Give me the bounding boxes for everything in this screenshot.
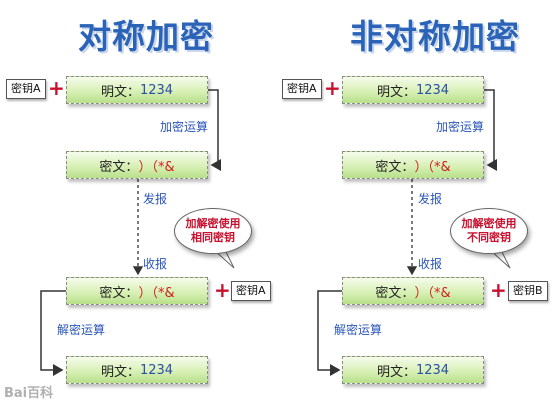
right-ciphertext-bottom-value: ）（*& xyxy=(414,285,451,301)
right-encrypt-label: 加密运算 xyxy=(436,120,485,134)
left-speech-bubble: 加解密使用 相同密钥 xyxy=(174,208,252,254)
right-bubble-line1: 加解密使用 xyxy=(461,217,517,230)
right-encrypt-arrow xyxy=(484,89,497,171)
right-ciphertext-top-label: 密文： xyxy=(375,159,415,175)
right-ciphertext-top: 密文： ）（*& xyxy=(342,151,484,179)
right-decrypt-label: 解密运算 xyxy=(334,323,383,337)
right-speech-bubble: 加解密使用 不同密钥 xyxy=(450,208,528,254)
left-plus-bottom: + xyxy=(214,278,231,302)
right-plus-bottom: + xyxy=(490,278,507,302)
left-title: 对称加密 xyxy=(78,17,214,56)
left-ciphertext-bottom-label: 密文： xyxy=(99,285,139,301)
left-plaintext-top: 明文： 1234 xyxy=(66,76,208,104)
baidu-watermark: Bai百科 xyxy=(4,386,54,401)
right-bubble-line2: 不同密钥 xyxy=(467,231,511,244)
left-plaintext-bottom-label: 明文： xyxy=(100,364,140,380)
right-ciphertext-bottom: 密文： ）（*& xyxy=(342,277,484,305)
right-key-bottom: 密钥B xyxy=(508,281,548,301)
right-receive-label: 收报 xyxy=(418,257,443,271)
left-ciphertext-top-value: ）（*& xyxy=(138,159,175,175)
left-bubble-line2: 相同密钥 xyxy=(191,231,235,244)
left-ciphertext-top-label: 密文： xyxy=(99,159,139,175)
right-ciphertext-bottom-label: 密文： xyxy=(375,285,415,301)
right-plaintext-bottom-label: 明文： xyxy=(376,364,416,380)
left-ciphertext-bottom-value: ）（*& xyxy=(138,285,175,301)
right-title: 非对称加密 xyxy=(350,17,520,56)
left-plaintext-top-label: 明文： xyxy=(100,84,140,100)
left-send-label: 发报 xyxy=(143,192,168,206)
right-plaintext-top-value: 1234 xyxy=(415,82,450,98)
right-key-top: 密钥A xyxy=(282,79,322,99)
left-ciphertext-top: 密文： ）（*& xyxy=(66,151,208,179)
left-receive-label: 收报 xyxy=(143,257,168,271)
left-plus-top: + xyxy=(48,76,65,100)
left-encrypt-arrow xyxy=(208,89,221,171)
right-plaintext-bottom-value: 1234 xyxy=(415,362,450,378)
left-decrypt-label: 解密运算 xyxy=(57,323,106,337)
right-plaintext-bottom: 明文： 1234 xyxy=(342,356,484,384)
right-plaintext-top: 明文： 1234 xyxy=(342,76,484,104)
left-encrypt-label: 加密运算 xyxy=(160,120,209,134)
left-ciphertext-bottom: 密文： ）（*& xyxy=(66,277,208,305)
left-plaintext-top-value: 1234 xyxy=(139,82,174,98)
right-plaintext-top-label: 明文： xyxy=(376,84,416,100)
left-plaintext-bottom: 明文： 1234 xyxy=(66,356,208,384)
left-key-top: 密钥A xyxy=(6,79,46,99)
right-plus-top: + xyxy=(324,76,341,100)
left-bubble-line1: 加解密使用 xyxy=(185,217,241,230)
connector-lines xyxy=(40,89,511,376)
left-key-bottom: 密钥A xyxy=(231,281,271,301)
left-plaintext-bottom-value: 1234 xyxy=(139,362,174,378)
right-send-label: 发报 xyxy=(418,192,443,206)
right-ciphertext-top-value: ）（*& xyxy=(414,159,451,175)
